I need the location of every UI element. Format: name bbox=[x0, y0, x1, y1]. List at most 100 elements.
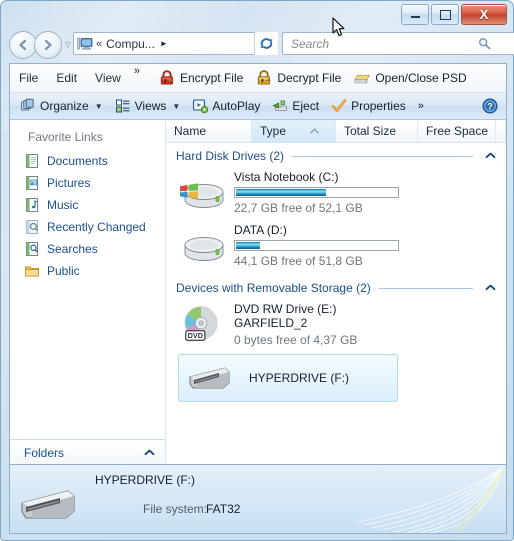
drive-info: DATA (D:) 44,1 GB free of 51,8 GB bbox=[234, 221, 399, 268]
sidebar-item-pictures[interactable]: Pictures bbox=[10, 172, 165, 194]
sidebar-item-music[interactable]: Music bbox=[10, 194, 165, 216]
minimize-icon bbox=[410, 16, 420, 18]
sidebar-item-searches[interactable]: Searches bbox=[10, 238, 165, 260]
svg-text:?: ? bbox=[487, 102, 493, 112]
capacity-bar bbox=[234, 187, 399, 198]
explorer-window: X ▽ « Compu... ► Search File Edit View »… bbox=[0, 0, 514, 541]
menu-bar: File Edit View » Encrypt File Decrypt Fi… bbox=[10, 64, 506, 93]
capacity-bar-fill bbox=[236, 189, 327, 196]
group-header-hard-disk-drives[interactable]: Hard Disk Drives (2) bbox=[166, 143, 506, 165]
group-title: Devices with Removable Storage (2) bbox=[176, 281, 371, 295]
drive-row-c[interactable]: Vista Notebook (C:) 22,7 GB free of 52,1… bbox=[166, 165, 506, 218]
recently-changed-icon bbox=[26, 220, 38, 234]
organize-button[interactable]: Organize ▼ bbox=[14, 95, 109, 117]
breadcrumb-text[interactable]: Compu... bbox=[106, 37, 155, 51]
menu-item-view[interactable]: View bbox=[86, 64, 130, 92]
gold-padlock-icon bbox=[258, 70, 272, 85]
history-dropdown-icon[interactable]: ▽ bbox=[65, 41, 70, 49]
column-header-type[interactable]: Type bbox=[252, 120, 336, 142]
sidebar-item-label: Pictures bbox=[47, 176, 91, 190]
group-title: Hard Disk Drives (2) bbox=[176, 149, 285, 163]
menu-item-edit[interactable]: Edit bbox=[47, 64, 86, 92]
folders-pane-toggle[interactable]: Folders bbox=[10, 439, 165, 464]
organize-icon bbox=[21, 98, 34, 111]
search-placeholder: Search bbox=[291, 36, 330, 51]
properties-button[interactable]: Properties bbox=[325, 95, 412, 117]
drive-name: DVD RW Drive (E:) bbox=[234, 302, 337, 316]
group-rule bbox=[378, 287, 473, 289]
help-button[interactable]: ? bbox=[482, 98, 498, 114]
close-button[interactable]: X bbox=[461, 4, 507, 25]
pictures-icon bbox=[26, 176, 38, 190]
dvd-badge-text: DVD bbox=[188, 331, 203, 340]
column-header-name[interactable]: Name bbox=[166, 120, 252, 142]
capacity-bar bbox=[234, 240, 399, 251]
red-padlock-icon bbox=[160, 70, 174, 85]
address-bar[interactable]: « Compu... ► ▼ bbox=[73, 32, 269, 55]
drive-name: HYPERDRIVE (F:) bbox=[249, 371, 350, 385]
decorative-swoosh bbox=[357, 465, 505, 533]
drive-row-e[interactable]: DVD DVD RW Drive (E:) GARFIELD_2 0 bytes… bbox=[166, 297, 506, 350]
drive-capacity-text: 22,7 GB free of 52,1 GB bbox=[234, 201, 363, 215]
details-pane: HYPERDRIVE (F:) File system: FAT32 bbox=[9, 465, 507, 534]
searches-icon bbox=[26, 242, 38, 256]
maximize-button[interactable] bbox=[431, 4, 459, 25]
explorer-body: Favorite Links Documents Pictures Music … bbox=[10, 120, 506, 464]
sidebar-item-label: Searches bbox=[47, 242, 98, 256]
views-button[interactable]: Views ▼ bbox=[109, 95, 187, 117]
views-icon bbox=[115, 99, 130, 113]
group-header-removable-storage[interactable]: Devices with Removable Storage (2) bbox=[166, 275, 506, 297]
sidebar-item-label: Recently Changed bbox=[47, 220, 146, 234]
column-header-type-label: Type bbox=[260, 124, 287, 138]
drive-info: DVD RW Drive (E:) GARFIELD_2 0 bytes fre… bbox=[234, 300, 357, 347]
views-label: Views bbox=[134, 99, 167, 113]
search-input[interactable]: Search bbox=[282, 32, 514, 55]
forward-button[interactable] bbox=[34, 31, 62, 59]
breadcrumb-arrow-icon[interactable]: ► bbox=[160, 39, 168, 48]
drive-volume-label: GARFIELD_2 bbox=[234, 316, 308, 330]
organize-caret-icon: ▼ bbox=[94, 101, 103, 111]
sidebar-item-documents[interactable]: Documents bbox=[10, 150, 165, 172]
chevron-up-icon bbox=[144, 448, 155, 459]
title-bar: X bbox=[1, 1, 514, 27]
drive-name: Vista Notebook (C:) bbox=[234, 170, 339, 184]
column-header-total-size[interactable]: Total Size bbox=[336, 120, 418, 142]
refresh-icon bbox=[260, 38, 273, 49]
open-close-psd-button[interactable]: Open/Close PSD bbox=[347, 65, 472, 91]
encrypt-file-button[interactable]: Encrypt File bbox=[152, 65, 249, 91]
menu-overflow-button[interactable]: » bbox=[130, 64, 144, 78]
sidebar-item-public[interactable]: Public bbox=[10, 260, 165, 282]
open-close-psd-label: Open/Close PSD bbox=[375, 71, 467, 85]
search-icon bbox=[478, 37, 491, 55]
chevron-up-icon[interactable] bbox=[481, 283, 506, 294]
eject-label: Eject bbox=[292, 99, 320, 113]
autoplay-label: AutoPlay bbox=[212, 99, 261, 113]
drive-row-d[interactable]: DATA (D:) 44,1 GB free of 51,8 GB bbox=[166, 218, 506, 271]
column-header-spacer bbox=[496, 120, 506, 142]
chevron-up-icon[interactable] bbox=[481, 151, 506, 162]
sidebar-item-label: Music bbox=[47, 198, 79, 212]
column-header-row: Name Type Total Size Free Space bbox=[166, 120, 506, 143]
menu-item-file[interactable]: File bbox=[10, 64, 47, 92]
decrypt-file-button[interactable]: Decrypt File bbox=[249, 65, 347, 91]
back-button[interactable] bbox=[9, 31, 37, 59]
help-icon: ? bbox=[482, 98, 498, 114]
encrypt-file-label: Encrypt File bbox=[179, 71, 244, 85]
column-header-free-space[interactable]: Free Space bbox=[418, 120, 496, 142]
refresh-button[interactable] bbox=[254, 32, 278, 55]
client-area: File Edit View » Encrypt File Decrypt Fi… bbox=[9, 63, 507, 465]
organize-label: Organize bbox=[40, 99, 89, 113]
folders-label: Folders bbox=[24, 446, 65, 460]
hard-drive-icon bbox=[184, 237, 224, 261]
computer-icon bbox=[77, 37, 93, 50]
autoplay-button[interactable]: AutoPlay bbox=[186, 95, 266, 117]
system-drive-icon bbox=[180, 183, 224, 208]
breadcrumb-chevrons[interactable]: « bbox=[96, 38, 102, 50]
sidebar-item-recently-changed[interactable]: Recently Changed bbox=[10, 216, 165, 238]
drive-row-f-selected[interactable]: HYPERDRIVE (F:) bbox=[178, 354, 398, 402]
nav-button-group: ▽ bbox=[9, 31, 70, 59]
command-overflow-button[interactable]: » bbox=[412, 100, 430, 112]
details-title: HYPERDRIVE (F:) bbox=[95, 473, 196, 487]
eject-button[interactable]: Eject bbox=[266, 95, 325, 117]
minimize-button[interactable] bbox=[401, 4, 429, 25]
